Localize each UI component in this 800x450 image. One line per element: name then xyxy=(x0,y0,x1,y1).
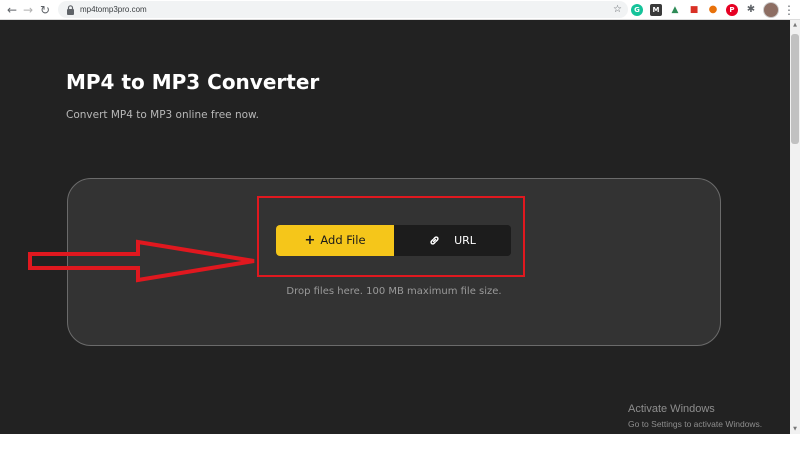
orange-extension-icon[interactable]: ● xyxy=(707,4,719,16)
activate-windows-subtitle: Go to Settings to activate Windows. xyxy=(628,419,763,429)
page-subtitle: Convert MP4 to MP3 online free now. xyxy=(66,109,259,121)
profile-avatar-icon[interactable] xyxy=(763,2,779,18)
red-extension-icon[interactable]: ■ xyxy=(688,4,700,16)
url-label: URL xyxy=(454,234,476,247)
browser-menu-icon[interactable]: ⋮ xyxy=(781,2,797,18)
page-title: MP4 to MP3 Converter xyxy=(66,70,320,94)
grammarly-extension-icon[interactable]: G xyxy=(631,4,643,16)
vertical-scrollbar[interactable]: ▲ ▼ xyxy=(790,20,800,434)
m-extension-icon[interactable]: M xyxy=(650,4,662,16)
back-arrow-icon[interactable]: ← xyxy=(4,2,20,18)
bottom-strip xyxy=(0,434,800,450)
bookmark-star-icon[interactable]: ☆ xyxy=(613,2,622,17)
upload-button-group: + Add File URL xyxy=(276,225,511,256)
plus-icon: + xyxy=(304,233,316,248)
scroll-down-icon[interactable]: ▼ xyxy=(792,426,798,432)
green-extension-icon[interactable]: ▲ xyxy=(669,4,681,16)
lock-icon xyxy=(67,5,74,15)
browser-toolbar: ← → ↻ mp4tomp3pro.com ☆ G M ▲ ■ ● P ✱ ⋮ xyxy=(0,0,800,20)
add-file-label: Add File xyxy=(320,233,366,247)
url-button[interactable]: URL xyxy=(394,225,511,256)
activate-windows-title: Activate Windows xyxy=(628,403,715,415)
link-icon xyxy=(430,235,439,245)
add-file-button[interactable]: + Add File xyxy=(276,225,394,256)
reload-icon[interactable]: ↻ xyxy=(37,2,53,18)
annotation-arrow-icon xyxy=(28,239,255,283)
url-text[interactable]: mp4tomp3pro.com xyxy=(80,3,147,16)
address-bar[interactable]: mp4tomp3pro.com ☆ xyxy=(58,1,628,18)
scrollbar-thumb[interactable] xyxy=(791,34,799,144)
drop-hint-text: Drop files here. 100 MB maximum file siz… xyxy=(286,286,502,297)
scroll-up-icon[interactable]: ▲ xyxy=(792,22,798,28)
puzzle-extensions-icon[interactable]: ✱ xyxy=(745,4,757,16)
forward-arrow-icon[interactable]: → xyxy=(20,2,36,18)
pinterest-extension-icon[interactable]: P xyxy=(726,4,738,16)
